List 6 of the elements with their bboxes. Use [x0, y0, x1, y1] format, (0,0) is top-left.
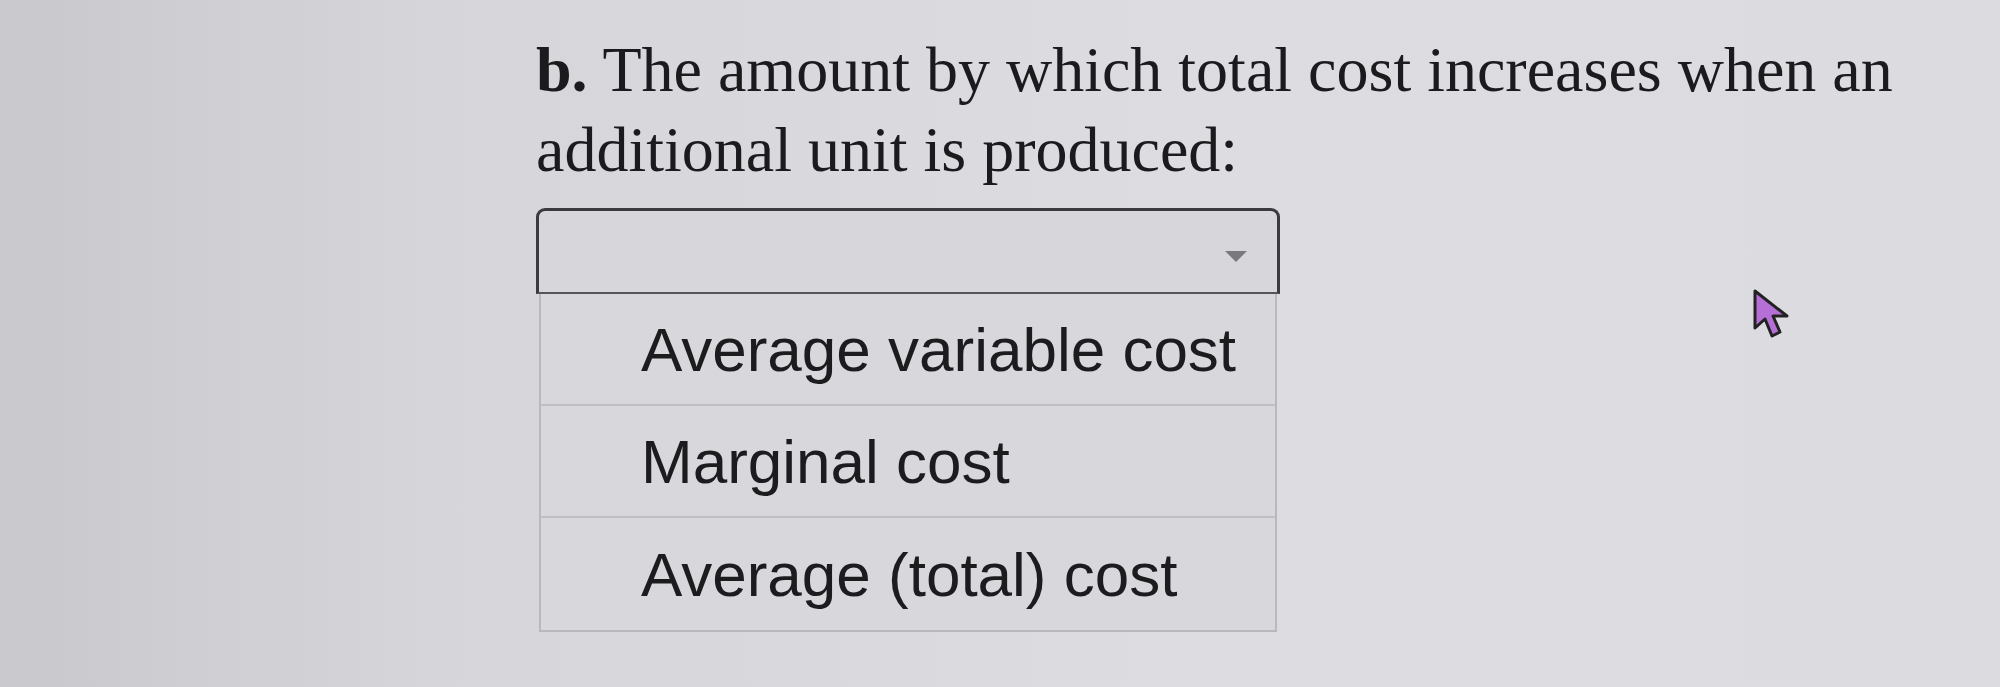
- dropdown-field[interactable]: [536, 208, 1280, 294]
- caret-icon: [1225, 251, 1247, 262]
- question-text: b. The amount by which total cost increases when an additional unit is produced:: [536, 33, 1894, 187]
- dropdown-option[interactable]: Average variable cost: [541, 294, 1275, 406]
- dropdown-option[interactable]: Marginal cost: [541, 406, 1275, 518]
- dropdown-option[interactable]: Average (total) cost: [541, 518, 1275, 630]
